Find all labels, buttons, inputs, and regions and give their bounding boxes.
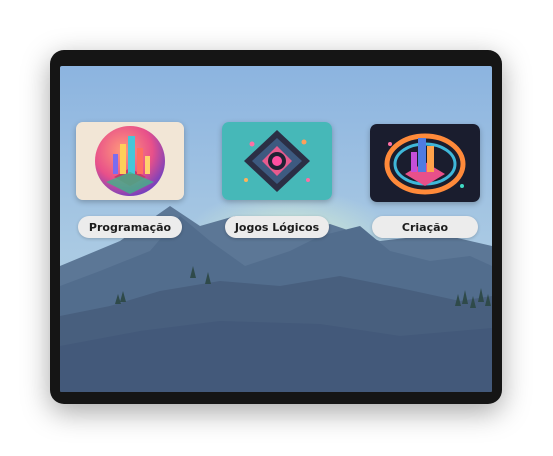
- jogos-logicos-button[interactable]: Jogos Lógicos: [225, 216, 329, 238]
- card-jogos-logicos[interactable]: Jogos Lógicos: [222, 122, 332, 238]
- card-programacao[interactable]: Programação: [76, 122, 184, 238]
- isometric-city-circle-icon[interactable]: [76, 122, 184, 200]
- programacao-button[interactable]: Programação: [78, 216, 182, 238]
- isometric-neon-structure-icon[interactable]: [370, 124, 480, 202]
- tablet-device-frame: Programação Jogos Lógicos Criação: [50, 50, 502, 404]
- criacao-button[interactable]: Criação: [372, 216, 478, 238]
- app-screen: Programação Jogos Lógicos Criação: [60, 66, 492, 392]
- isometric-puzzle-diamond-icon[interactable]: [222, 122, 332, 200]
- card-criacao[interactable]: Criação: [370, 124, 480, 238]
